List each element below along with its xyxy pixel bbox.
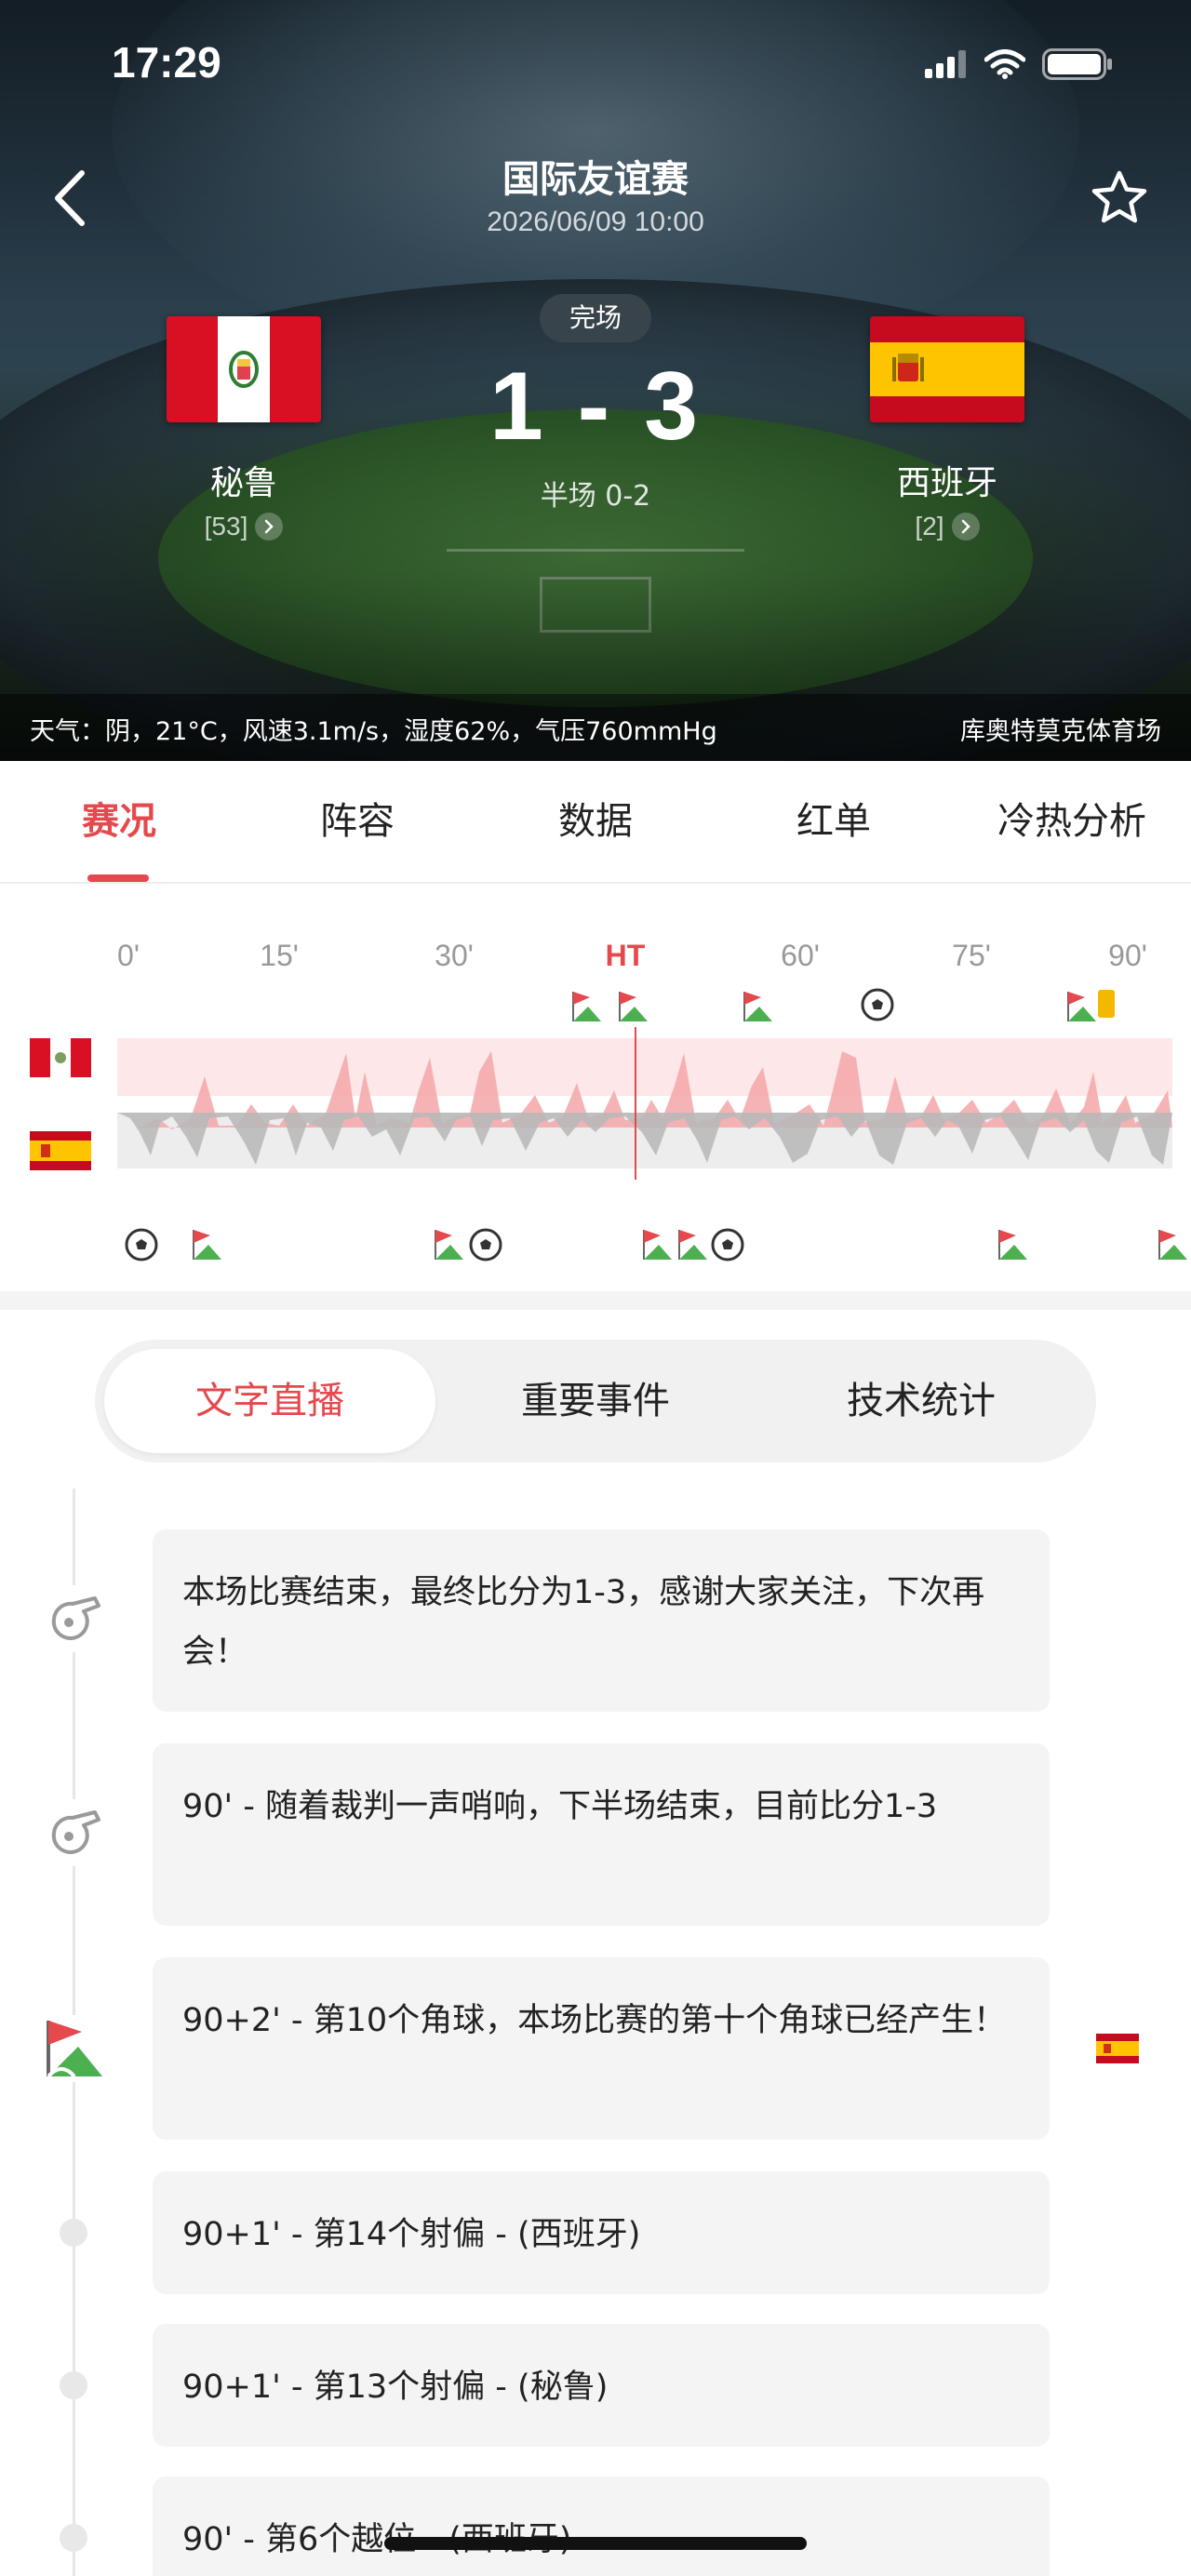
home-team-name: 秘鲁: [209, 464, 277, 502]
tab-overview[interactable]: 赛况: [0, 761, 238, 884]
tab-red-picks[interactable]: 红单: [715, 761, 953, 884]
corner-flag-icon: [619, 992, 648, 1021]
minute-label-75: 75': [952, 939, 991, 972]
corner-flag-icon: [41, 2015, 108, 2082]
goal-ball-icon: [711, 1228, 744, 1261]
commentary-text: 90+2' - 第10个角球，本场比赛的第十个角球已经产生！: [182, 2002, 1007, 2039]
away-team-rank: [2]: [915, 512, 944, 541]
peru-flag-icon: [167, 316, 321, 422]
commentary-text: 90+1' - 第14个射偏 - (西班牙): [182, 2216, 641, 2253]
match-header: 17:29 国际友谊赛 2026/06/09 10:00 完场 1 - 3 半场…: [0, 0, 1191, 761]
minute-label-0: 0': [117, 939, 140, 972]
weather-info: 天气：阴，21°C，风速3.1m/s，湿度62%，气压760mmHg: [30, 717, 717, 746]
corner-flag-icon: [193, 1230, 221, 1260]
segment-live-text[interactable]: 文字直播: [104, 1349, 435, 1453]
competition-title: 国际友谊赛: [502, 158, 689, 201]
status-time: 17:29: [112, 38, 221, 87]
timeline-dot: [60, 2371, 87, 2399]
match-datetime: 2026/06/09 10:00: [487, 207, 704, 237]
main-tabs: 赛况 阵容 数据 红单 冷热分析: [0, 761, 1191, 884]
commentary-text: 90+1' - 第13个射偏 - (秘鲁): [182, 2369, 609, 2406]
minute-label-15: 15': [260, 939, 299, 972]
timeline-dot: [60, 2524, 87, 2552]
home-team[interactable]: 秘鲁 [53]: [141, 316, 346, 541]
chevron-right-icon: [951, 513, 980, 541]
corner-flag-icon: [678, 1230, 707, 1260]
battery-icon: [1042, 48, 1113, 84]
spain-flag-icon: [1096, 2034, 1139, 2063]
corner-flag-icon: [643, 1230, 672, 1260]
timeline-dot: [60, 2219, 87, 2247]
corner-flag-icon: [435, 1230, 463, 1260]
live-text-timeline: 本场比赛结束，最终比分为1-3，感谢大家关注，下次再会！ 90' - 随着裁判一…: [0, 1488, 1191, 2576]
tab-stats[interactable]: 数据: [476, 761, 715, 884]
commentary-item: 90' - 第6个越位 - (西班牙): [153, 2476, 1050, 2576]
home-momentum-band: [117, 1038, 1172, 1096]
commentary-item: 本场比赛结束，最终比分为1-3，感谢大家关注，下次再会！: [153, 1529, 1050, 1712]
commentary-segmented-control: 文字直播 重要事件 技术统计: [95, 1340, 1096, 1462]
commentary-text: 本场比赛结束，最终比分为1-3，感谢大家关注，下次再会！: [182, 1574, 985, 1671]
spain-flag-icon: [30, 1131, 91, 1170]
peru-flag-icon: [30, 1038, 91, 1077]
corner-flag-icon: [998, 1230, 1027, 1260]
minute-label-90: 90': [1108, 939, 1147, 972]
match-momentum-chart: 0' 15' 30' HT 60' 75' 90': [0, 886, 1191, 1291]
commentary-item: 90+1' - 第14个射偏 - (西班牙): [153, 2171, 1050, 2294]
section-divider: [0, 1291, 1191, 1310]
corner-flag-icon: [572, 992, 601, 1021]
goal-ball-icon: [469, 1228, 502, 1261]
segment-tech-stats[interactable]: 技术统计: [756, 1349, 1087, 1453]
goal-ball-icon: [125, 1228, 158, 1261]
venue-name: 库奥特莫克体育场: [960, 717, 1161, 746]
momentum-graph: 0' 15' 30' HT 60' 75' 90': [30, 939, 1187, 1261]
corner-flag-icon: [743, 992, 772, 1021]
commentary-item: 90+2' - 第10个角球，本场比赛的第十个角球已经产生！: [153, 1957, 1050, 2140]
commentary-item: 90' - 随着裁判一声哨响，下半场结束，目前比分1-3: [153, 1743, 1050, 1926]
home-team-rank: [53]: [204, 512, 248, 541]
away-team-name: 西班牙: [896, 464, 997, 502]
goal-ball-icon: [861, 988, 894, 1021]
minute-label-ht: HT: [606, 939, 646, 972]
cellular-signal-icon: [925, 50, 968, 82]
commentary-text: 90' - 随着裁判一声哨响，下半场结束，目前比分1-3: [182, 1788, 938, 1825]
minute-label-60: 60': [781, 939, 820, 972]
yellow-card-icon: [1098, 990, 1115, 1018]
chevron-right-icon: [255, 513, 284, 541]
minute-label-30: 30': [435, 939, 474, 972]
whistle-icon: [41, 1585, 108, 1652]
match-info-strip: 天气：阴，21°C，风速3.1m/s，湿度62%，气压760mmHg 库奥特莫克…: [0, 694, 1191, 761]
status-bar: 17:29: [0, 0, 1191, 130]
away-team[interactable]: 西班牙 [2]: [845, 316, 1050, 541]
tab-trend-analysis[interactable]: 冷热分析: [953, 761, 1191, 884]
home-indicator: [384, 2537, 807, 2550]
whistle-icon: [41, 1799, 108, 1866]
commentary-item: 90+1' - 第13个射偏 - (秘鲁): [153, 2324, 1050, 2447]
match-status-badge: 完场: [540, 294, 651, 342]
tab-lineup[interactable]: 阵容: [238, 761, 476, 884]
corner-flag-icon: [1067, 992, 1096, 1021]
wifi-icon: [984, 49, 1026, 83]
spain-flag-icon: [870, 316, 1024, 422]
corner-flag-icon: [1158, 1230, 1187, 1260]
active-tab-indicator: [87, 874, 149, 882]
segment-key-events[interactable]: 重要事件: [430, 1349, 761, 1453]
